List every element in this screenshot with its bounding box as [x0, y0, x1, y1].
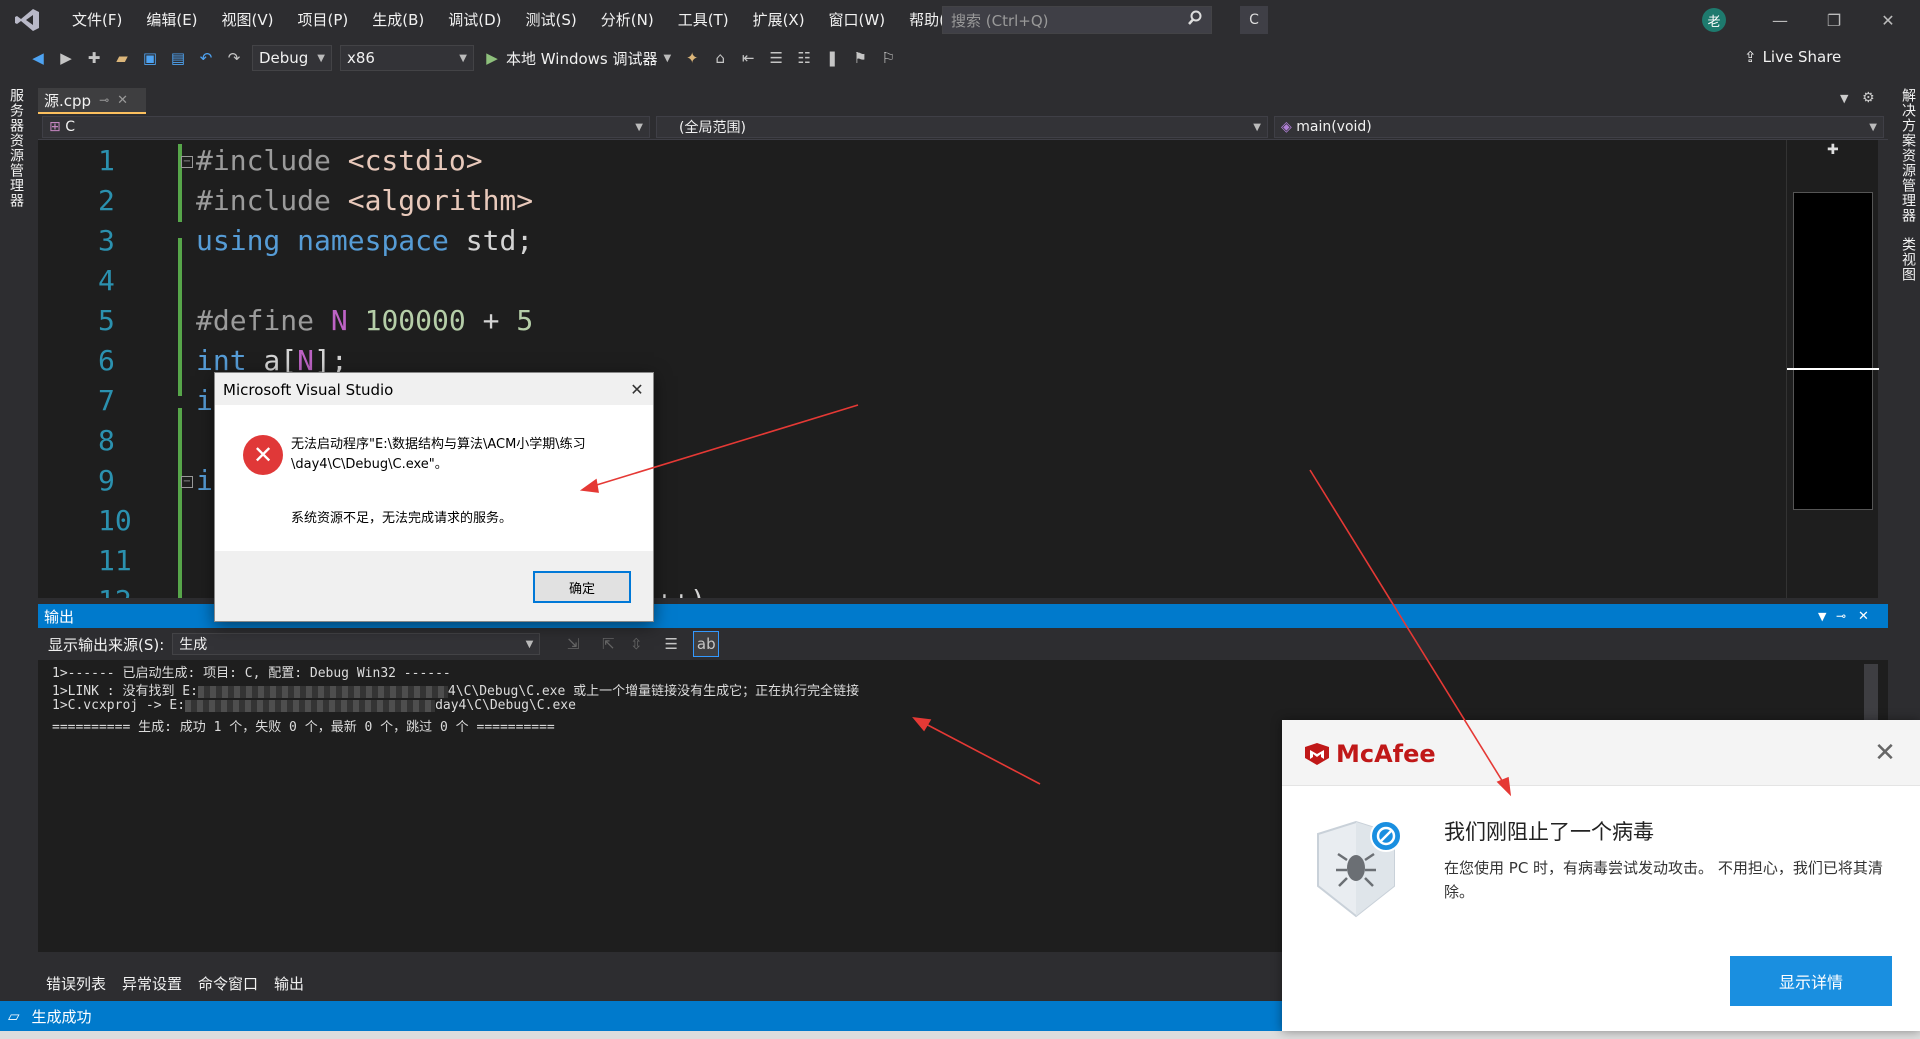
annotation-arrowhead — [912, 716, 932, 732]
annotation-arrows — [579, 404, 1512, 797]
annotation-arrowhead — [579, 478, 599, 493]
annotation-arrow-output — [921, 721, 1041, 785]
annotation-arrow-dialog — [589, 404, 859, 488]
annotation-arrowhead — [1496, 776, 1512, 797]
annotation-arrow-mcafee — [1309, 469, 1507, 788]
